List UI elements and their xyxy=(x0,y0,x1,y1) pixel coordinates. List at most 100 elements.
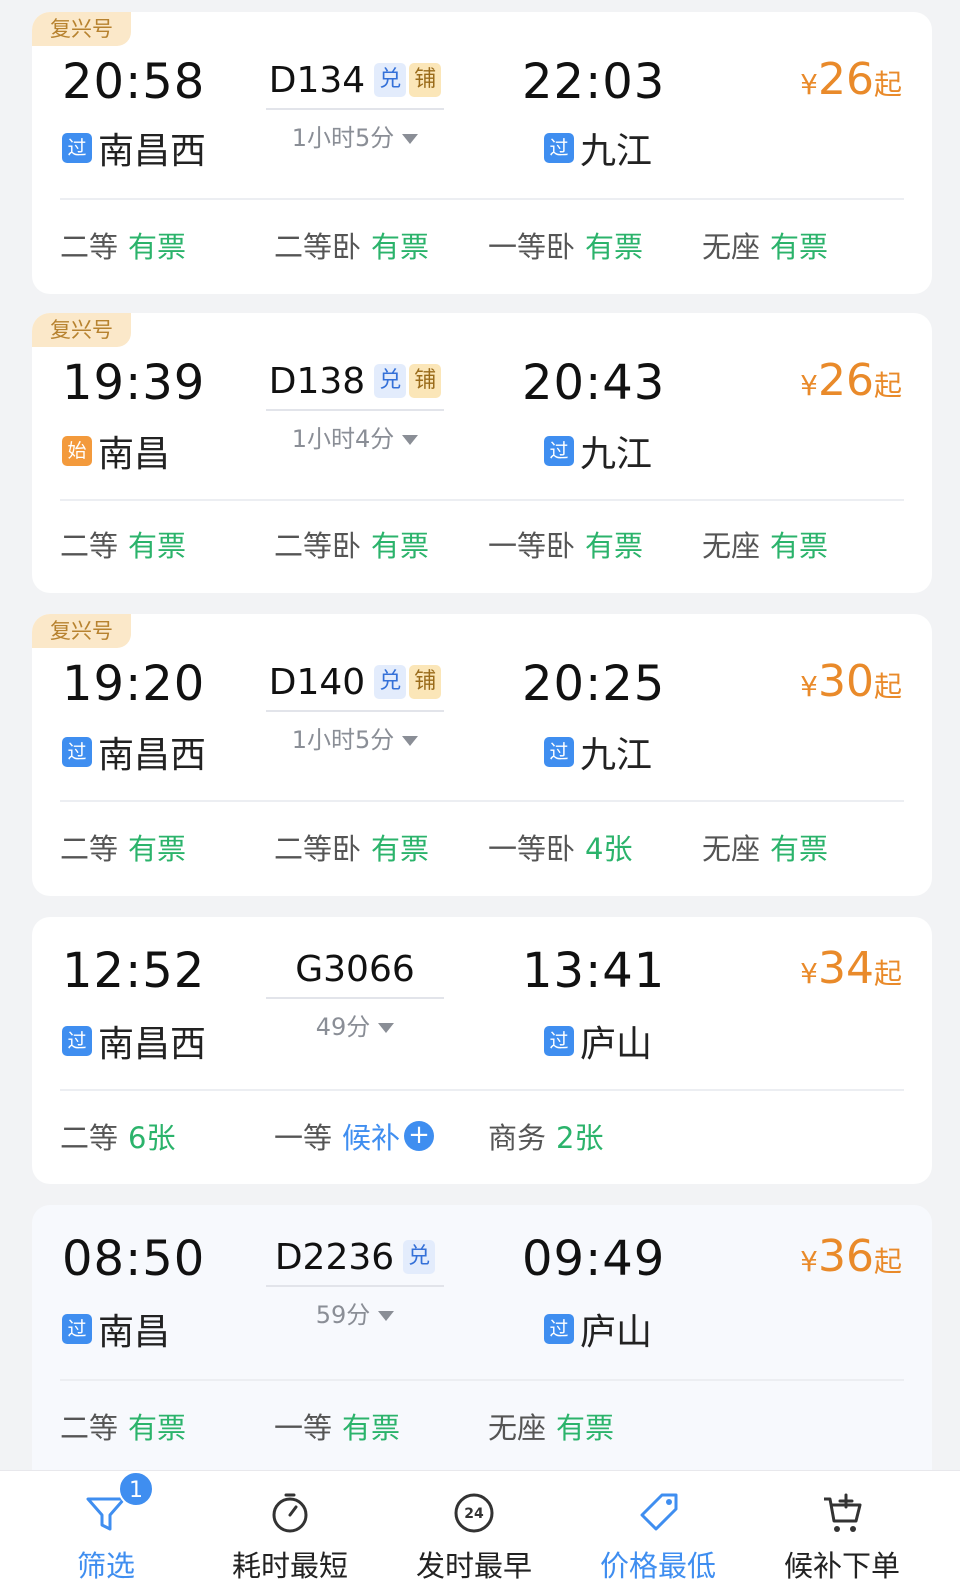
pass-through-badge: 过 xyxy=(62,1314,92,1344)
departure-time: 19:39 xyxy=(62,355,206,411)
filter-count-badge: 1 xyxy=(118,1471,154,1507)
train-list: 复兴号 20:58 过 南昌西 D134 兑 铺 1小时5分 22:03 过 九… xyxy=(0,0,960,1470)
tab-shortest-duration-label: 耗时最短 xyxy=(231,1549,348,1583)
train-card[interactable]: 复兴号 19:39 始 南昌 D138 兑 铺 1小时4分 20:43 过 九江… xyxy=(32,313,932,593)
departure-station-name: 南昌 xyxy=(98,1312,171,1353)
route-line xyxy=(266,997,444,999)
cart-plus-icon xyxy=(824,1493,862,1532)
duration-toggle[interactable]: 1小时4分 xyxy=(266,419,444,454)
train-type-tag: 复兴号 xyxy=(32,614,131,648)
arrival-station: 过 庐山 xyxy=(544,1015,652,1067)
departure-time: 19:20 xyxy=(62,656,206,712)
departure-station: 始 南昌 xyxy=(62,425,170,477)
seat-second-class[interactable]: 二等 有票 xyxy=(60,523,186,565)
train-number-row: D138 兑 铺 xyxy=(266,355,444,407)
caret-down-icon xyxy=(378,1023,395,1033)
seat-second-sleeper[interactable]: 二等卧 有票 xyxy=(274,523,429,565)
train-info: D140 兑 铺 1小时5分 xyxy=(266,656,444,755)
train-card[interactable]: 12:52 过 南昌西 G3066 49分 13:41 过 庐山 ¥34起 二等… xyxy=(32,917,932,1184)
tab-earliest-departure[interactable]: 24 发时最早 xyxy=(384,1471,564,1590)
price-amount: 30 xyxy=(817,656,874,707)
seat-no-seat[interactable]: 无座 有票 xyxy=(488,1405,614,1447)
arrival-station: 过 九江 xyxy=(544,726,652,778)
train-info: D138 兑 铺 1小时4分 xyxy=(266,355,444,454)
duration-text: 1小时5分 xyxy=(291,124,395,152)
departure-station: 过 南昌 xyxy=(62,1303,170,1355)
seat-availability: 二等 有票 二等卧 有票 一等卧 4张 无座 有票 xyxy=(60,826,904,866)
seat-no-seat[interactable]: 无座 有票 xyxy=(702,523,828,565)
tab-waitlist-order[interactable]: 候补下单 xyxy=(752,1471,932,1590)
train-number-row: D2236 兑 xyxy=(266,1231,444,1283)
seat-first-sleeper[interactable]: 一等卧 有票 xyxy=(488,224,643,266)
duration-text: 49分 xyxy=(315,1013,371,1041)
train-number: D138 xyxy=(268,360,366,402)
duration-toggle[interactable]: 59分 xyxy=(266,1295,444,1330)
duration-toggle[interactable]: 1小时5分 xyxy=(266,118,444,153)
seat-second-sleeper[interactable]: 二等卧 有票 xyxy=(274,224,429,266)
arrival-time: 13:41 xyxy=(522,943,666,999)
tab-lowest-price[interactable]: 价格最低 xyxy=(568,1471,748,1590)
duration-text: 59分 xyxy=(315,1301,371,1329)
seat-first-sleeper[interactable]: 一等卧 有票 xyxy=(488,523,643,565)
seat-business-class[interactable]: 商务 2张 xyxy=(488,1115,603,1157)
seat-no-seat[interactable]: 无座 有票 xyxy=(702,826,828,868)
train-number-row: G3066 xyxy=(266,943,444,995)
train-type-tag: 复兴号 xyxy=(32,313,131,347)
tab-filter-label: 筛选 xyxy=(76,1549,135,1583)
train-info: D2236 兑 59分 xyxy=(266,1231,444,1330)
berth-badge: 铺 xyxy=(409,665,442,699)
seat-second-class[interactable]: 二等 6张 xyxy=(60,1115,175,1157)
train-card[interactable]: 08:50 过 南昌 D2236 兑 59分 09:49 过 庐山 ¥36起 二… xyxy=(32,1205,932,1470)
duration-toggle[interactable]: 1小时5分 xyxy=(266,720,444,755)
arrival-station: 过 庐山 xyxy=(544,1303,652,1355)
seat-first-sleeper[interactable]: 一等卧 4张 xyxy=(488,826,632,868)
svg-text:24: 24 xyxy=(464,1506,484,1522)
tab-earliest-departure-label: 发时最早 xyxy=(415,1549,532,1583)
duration-toggle[interactable]: 49分 xyxy=(266,1007,444,1042)
seat-no-seat[interactable]: 无座 有票 xyxy=(702,224,828,266)
seat-first-class[interactable]: 一等 有票 xyxy=(274,1405,400,1447)
duration-text: 1小时4分 xyxy=(291,425,395,453)
pass-through-badge: 过 xyxy=(544,737,574,767)
origin-badge: 始 xyxy=(62,436,92,466)
seat-first-class-waitlist[interactable]: 一等 候补 + xyxy=(274,1115,435,1157)
train-info: D134 兑 铺 1小时5分 xyxy=(266,54,444,153)
seat-second-class[interactable]: 二等 有票 xyxy=(60,1405,186,1447)
seat-second-class[interactable]: 二等 有票 xyxy=(60,224,186,266)
departure-station: 过 南昌西 xyxy=(62,122,206,174)
divider xyxy=(60,1089,904,1091)
seat-availability: 二等 6张 一等 候补 + 商务 2张 xyxy=(60,1115,904,1155)
seat-availability: 二等 有票 一等 有票 无座 有票 xyxy=(60,1405,904,1445)
tab-filter[interactable]: 1 筛选 xyxy=(16,1471,196,1590)
route-line xyxy=(266,108,444,110)
arrival-time: 20:25 xyxy=(522,656,666,712)
berth-badge: 铺 xyxy=(409,364,442,398)
price-amount: 26 xyxy=(817,355,874,406)
arrival-station: 过 九江 xyxy=(544,425,652,477)
departure-station-name: 南昌西 xyxy=(98,735,207,776)
train-card[interactable]: 复兴号 20:58 过 南昌西 D134 兑 铺 1小时5分 22:03 过 九… xyxy=(32,12,932,294)
pass-through-badge: 过 xyxy=(544,436,574,466)
seat-second-sleeper[interactable]: 二等卧 有票 xyxy=(274,826,429,868)
train-number: D134 xyxy=(268,59,366,101)
price: ¥36起 xyxy=(800,1231,902,1282)
tab-shortest-duration[interactable]: 耗时最短 xyxy=(200,1471,380,1590)
train-card[interactable]: 复兴号 19:20 过 南昌西 D140 兑 铺 1小时5分 20:25 过 九… xyxy=(32,614,932,896)
arrival-station-name: 庐山 xyxy=(580,1312,653,1353)
seat-second-class[interactable]: 二等 有票 xyxy=(60,826,186,868)
exchange-badge: 兑 xyxy=(374,63,407,97)
caret-down-icon xyxy=(402,736,419,746)
exchange-badge: 兑 xyxy=(403,1240,436,1274)
train-number-row: D140 兑 铺 xyxy=(266,656,444,708)
add-waitlist-icon[interactable]: + xyxy=(404,1121,435,1151)
caret-down-icon xyxy=(402,435,419,445)
price: ¥26起 xyxy=(800,54,902,105)
arrival-station-name: 九江 xyxy=(580,434,653,475)
pass-through-badge: 过 xyxy=(62,1026,92,1056)
seat-availability: 二等 有票 二等卧 有票 一等卧 有票 无座 有票 xyxy=(60,224,904,264)
arrival-station-name: 九江 xyxy=(580,131,653,172)
route-line xyxy=(266,710,444,712)
price: ¥30起 xyxy=(800,656,902,707)
pass-through-badge: 过 xyxy=(544,1314,574,1344)
pass-through-badge: 过 xyxy=(62,133,92,163)
